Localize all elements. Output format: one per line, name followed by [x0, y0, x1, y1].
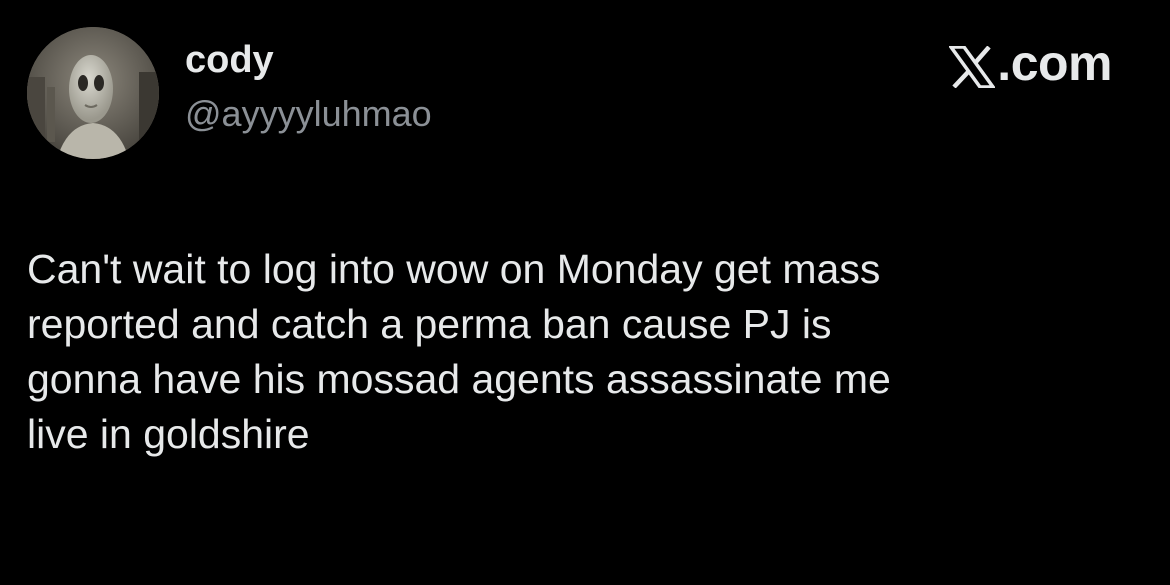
tweet-card: cody @ayyyyluhmao .com Can't wait to log…	[0, 0, 1170, 585]
alien-avatar-icon	[27, 27, 159, 159]
x-logo-icon	[949, 46, 996, 88]
brand-watermark: .com	[949, 38, 1112, 88]
author-display-name[interactable]: cody	[185, 39, 274, 82]
author-handle[interactable]: @ayyyyluhmao	[185, 94, 432, 134]
brand-domain-text: .com	[997, 35, 1112, 91]
tweet-body: Can't wait to log into wow on Monday get…	[27, 246, 891, 457]
author-avatar[interactable]	[27, 27, 159, 159]
